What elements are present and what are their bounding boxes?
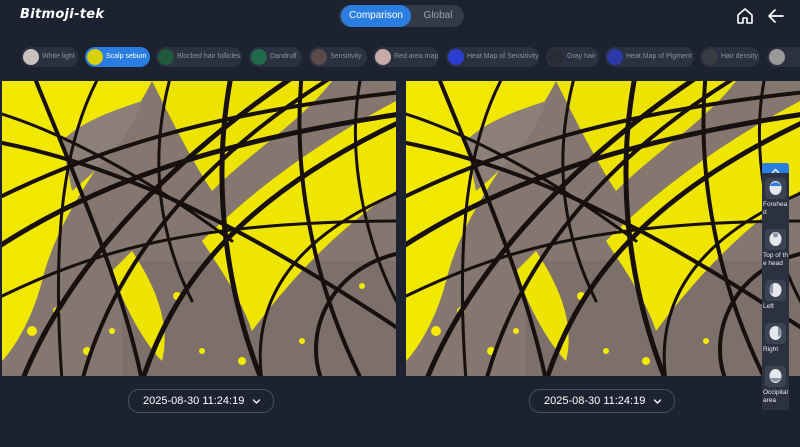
region-list: Forehead Top of the head Left Right Occi… [762, 173, 789, 410]
app-logo: Bitmoji-tek [20, 7, 105, 22]
analysis-filter-bar: White light Scalp sebum Blocked hair fol… [0, 44, 800, 72]
filter-scalp-sebum[interactable]: Scalp sebum [85, 47, 150, 67]
scalp-region-selector: Forehead Top of the head Left Right Occi… [762, 163, 789, 410]
tab-global[interactable]: Global [413, 5, 463, 27]
blocked-follicles-thumbnail [158, 49, 174, 65]
scalp-sebum-thumbnail [87, 49, 103, 65]
top-bar: Bitmoji-tek Comparison Global [0, 0, 800, 32]
filter-heat-map-pigment[interactable]: Heat Map of Pigment [605, 47, 694, 67]
head-icon [765, 280, 786, 301]
tab-comparison[interactable]: Comparison [341, 5, 411, 27]
head-icon [765, 366, 786, 387]
filter-white-light[interactable]: White light [21, 47, 78, 67]
more-thumbnail [769, 49, 785, 65]
left-scalp-image [2, 81, 396, 376]
chevron-down-icon [252, 399, 261, 404]
head-icon [765, 323, 786, 344]
left-date-selector[interactable]: 2025-08-30 11:24:19 [128, 389, 274, 413]
head-icon [765, 229, 786, 250]
sensitivity-thumbnail [311, 49, 327, 65]
filter-blocked-hair-follicles[interactable]: Blocked hair follicles [156, 47, 242, 67]
filter-more[interactable] [767, 47, 800, 67]
right-scalp-image [406, 81, 800, 376]
dandruff-thumbnail [251, 49, 267, 65]
head-icon [765, 178, 786, 199]
filter-hair-density[interactable]: Hair density [700, 47, 760, 67]
back-arrow-icon[interactable] [766, 6, 786, 26]
gray-hair-thumbnail [548, 49, 564, 65]
home-icon[interactable] [735, 6, 755, 26]
white-light-thumbnail [23, 49, 39, 65]
filter-dandruff[interactable]: Dandruff [249, 47, 302, 67]
hair-density-thumbnail [702, 49, 718, 65]
red-area-map-thumbnail [375, 49, 391, 65]
heat-map-sensitivity-thumbnail [448, 49, 464, 65]
filter-sensitivity[interactable]: Sensitivity [309, 47, 367, 67]
chevron-down-icon [653, 399, 662, 404]
filter-gray-hair[interactable]: Gray hair [546, 47, 599, 67]
view-mode-toggle: Comparison Global [339, 5, 464, 27]
filter-red-area-map[interactable]: Red area map [373, 47, 439, 67]
filter-heat-map-sensitivity[interactable]: Heat Map of Sensitivity [446, 47, 539, 67]
heat-map-pigment-thumbnail [607, 49, 623, 65]
collapse-regions-button[interactable] [762, 163, 789, 174]
right-date-selector[interactable]: 2025-08-30 11:24:19 [529, 389, 675, 413]
